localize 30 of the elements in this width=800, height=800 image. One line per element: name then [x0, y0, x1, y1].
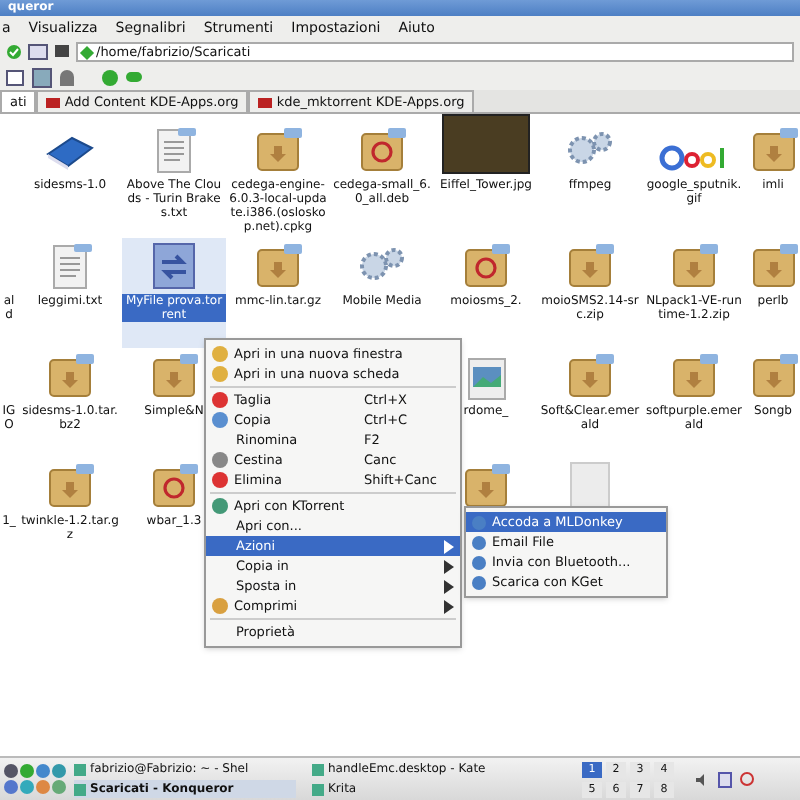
- package-icon: [747, 126, 799, 174]
- favicon-icon: [258, 97, 273, 107]
- package-icon: [44, 462, 96, 510]
- package-icon: [747, 242, 799, 290]
- package-icon: [564, 242, 616, 290]
- package-icon: [564, 352, 616, 400]
- check-icon[interactable]: [6, 44, 22, 60]
- package-icon: [252, 126, 304, 174]
- photo-placeholder: [442, 114, 530, 174]
- package-icon: [747, 352, 799, 400]
- tray-icon[interactable]: [718, 771, 732, 787]
- debian-package-icon: [460, 242, 512, 290]
- torrent-file-icon: [148, 242, 200, 290]
- image-file-icon: [467, 358, 505, 400]
- package-icon: [44, 352, 96, 400]
- view-icon[interactable]: [28, 44, 48, 60]
- package-icon: [148, 352, 200, 400]
- debian-package-icon: [356, 126, 408, 174]
- image-view-icon[interactable]: [32, 67, 52, 87]
- window-icon[interactable]: [6, 69, 24, 85]
- speaker-icon[interactable]: [694, 771, 710, 787]
- zoom-in-icon[interactable]: [102, 69, 118, 85]
- zoom-out-icon[interactable]: [126, 72, 142, 82]
- package-icon: [252, 242, 304, 290]
- favicon-icon: [46, 97, 61, 107]
- package-icon: [668, 242, 720, 290]
- menu-item-icon: [212, 598, 228, 614]
- package-icon: [460, 462, 512, 510]
- debian-package-icon: [148, 462, 200, 510]
- package-icon: [668, 352, 720, 400]
